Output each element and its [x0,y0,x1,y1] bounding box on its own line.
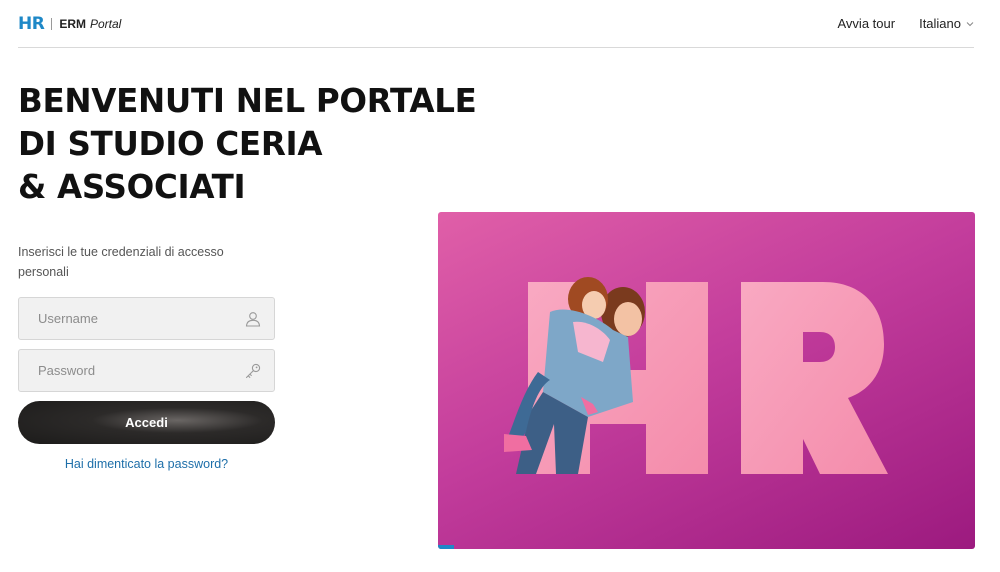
login-button[interactable]: Accedi [18,401,275,444]
carousel-progress-fill [438,545,455,549]
username-input[interactable] [38,311,244,326]
forgot-password-link[interactable]: Hai dimenticato la password? [18,457,275,471]
brand-logo[interactable]: HR ERM Portal [18,14,121,34]
page-title: BENVENUTI NEL PORTALE DI STUDIO CERIA & … [18,80,477,209]
header-nav: Avvia tour Italiano [838,16,975,31]
login-instructions: Inserisci le tue credenziali di accesso … [18,245,224,279]
title-line-1: BENVENUTI NEL PORTALE [18,82,477,120]
top-bar: HR ERM Portal Avvia tour Italiano [18,0,974,48]
carousel-progress-bar [438,545,975,549]
language-label: Italiano [919,16,961,31]
title-line-3: & ASSOCIATI [18,168,246,206]
hero-people [504,277,645,474]
brand-suffix: Portal [90,16,122,31]
hero-illustration [504,277,888,474]
title-line-2: DI STUDIO CERIA [18,125,323,163]
password-input[interactable] [38,363,244,378]
key-icon [245,363,261,378]
start-tour-link[interactable]: Avvia tour [838,16,896,31]
password-field[interactable] [18,349,275,392]
login-page: HR ERM Portal Avvia tour Italiano BENVEN… [0,0,1000,572]
username-field[interactable] [18,297,275,340]
chevron-down-icon [966,21,974,26]
user-icon [245,311,261,327]
hero-banner [438,212,975,549]
hero-letter-r [741,282,888,474]
brand-mark: HR [18,13,45,34]
brand-divider [51,17,53,30]
brand-name: ERM [59,16,86,31]
language-selector[interactable]: Italiano [919,16,974,31]
